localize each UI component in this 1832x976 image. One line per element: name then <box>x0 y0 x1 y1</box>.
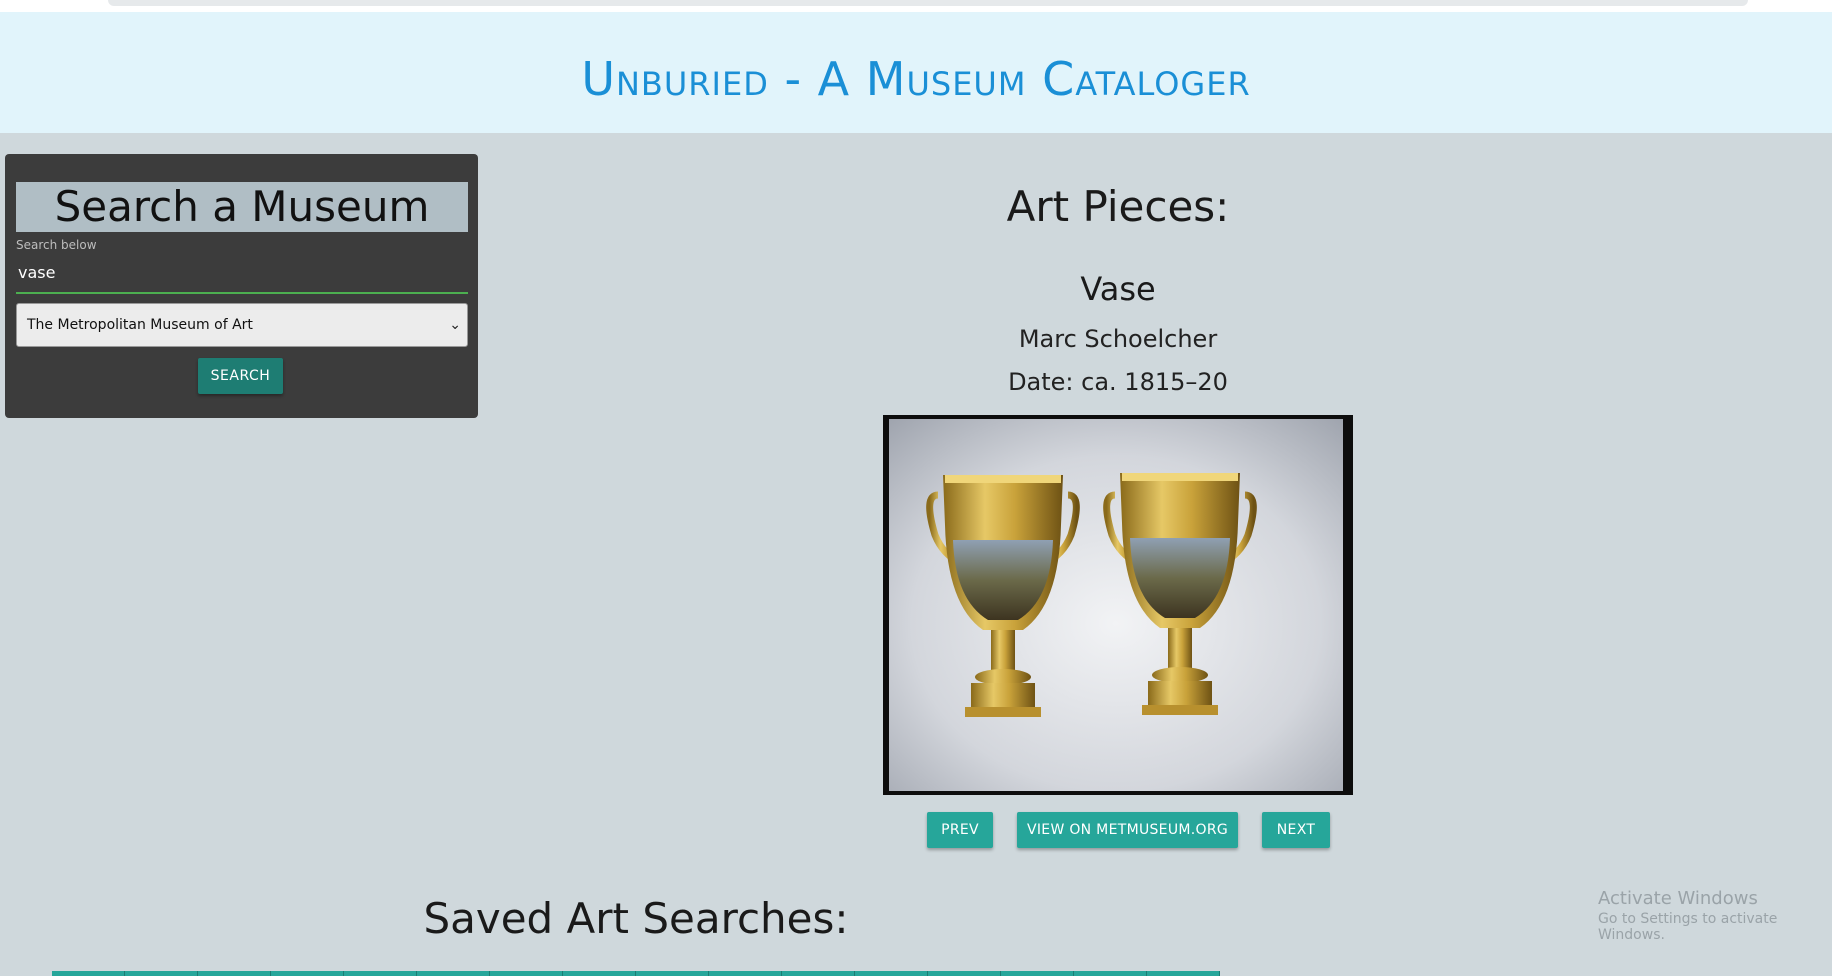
saved-search-chip[interactable] <box>271 971 344 976</box>
art-image <box>883 415 1353 795</box>
site-title: Unburied - A Museum Cataloger <box>581 51 1251 106</box>
windows-activation-watermark: Activate Windows Go to Settings to activ… <box>1598 888 1832 943</box>
saved-search-chip[interactable] <box>636 971 709 976</box>
saved-searches-buttons-row[interactable] <box>52 971 1220 976</box>
vase-photo <box>883 415 1353 791</box>
browser-top-strip <box>0 0 1832 12</box>
search-panel-heading: Search a Museum <box>16 182 468 232</box>
watermark-line2: Go to Settings to activate Windows. <box>1598 911 1778 943</box>
saved-search-chip[interactable] <box>709 971 782 976</box>
saved-search-chip[interactable] <box>1147 971 1220 976</box>
browser-bar-edge <box>108 0 1748 6</box>
art-pieces-heading: Art Pieces: <box>1006 182 1230 231</box>
museum-select[interactable]: The Metropolitan Museum of Art ⌄ <box>16 303 468 347</box>
site-header: Unburied - A Museum Cataloger <box>0 12 1832 133</box>
saved-search-chip[interactable] <box>928 971 1001 976</box>
saved-search-chip[interactable] <box>490 971 563 976</box>
saved-search-chip[interactable] <box>782 971 855 976</box>
saved-search-chip[interactable] <box>417 971 490 976</box>
watermark-line1: Activate Windows <box>1598 888 1758 909</box>
prev-button[interactable]: PREV <box>927 812 993 848</box>
museum-select-value: The Metropolitan Museum of Art <box>27 317 253 333</box>
chevron-down-icon: ⌄ <box>449 317 461 333</box>
saved-search-chip[interactable] <box>344 971 417 976</box>
view-on-metmuseum-button[interactable]: VIEW ON METMUSEUM.ORG <box>1017 812 1238 848</box>
next-button[interactable]: NEXT <box>1262 812 1330 848</box>
search-panel: Search a Museum Search below The Metropo… <box>5 154 478 418</box>
saved-search-chip[interactable] <box>1074 971 1147 976</box>
saved-search-chip[interactable] <box>125 971 198 976</box>
saved-search-chip[interactable] <box>52 971 125 976</box>
saved-search-chip[interactable] <box>563 971 636 976</box>
art-date: Date: ca. 1815–20 <box>1008 368 1228 396</box>
search-label: Search below <box>16 238 97 252</box>
saved-search-chip[interactable] <box>855 971 928 976</box>
search-input[interactable] <box>16 252 468 294</box>
saved-search-chip[interactable] <box>198 971 271 976</box>
search-button[interactable]: SEARCH <box>198 358 283 394</box>
art-artist: Marc Schoelcher <box>1018 325 1218 353</box>
saved-searches-heading: Saved Art Searches: <box>423 894 849 943</box>
art-title: Vase <box>1080 270 1156 308</box>
saved-search-chip[interactable] <box>1001 971 1074 976</box>
